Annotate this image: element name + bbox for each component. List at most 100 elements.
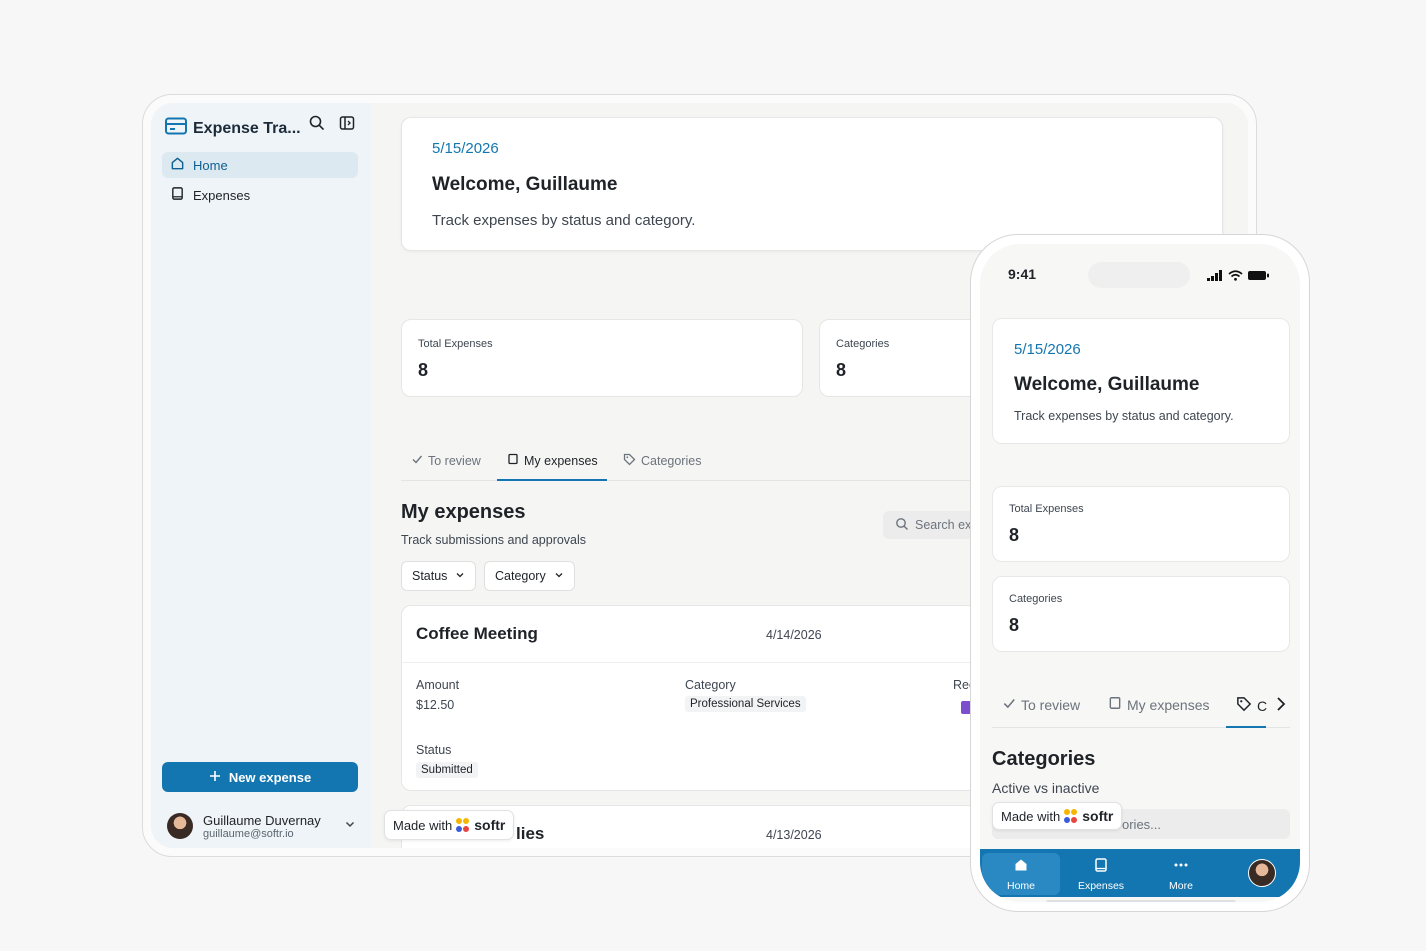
welcome-card: 5/15/2026 Welcome, Guillaume Track expen… (992, 318, 1290, 444)
sidebar-item-home[interactable]: Home (162, 152, 358, 178)
book-icon (1093, 857, 1109, 876)
expense-title: Coffee Meeting (416, 624, 538, 643)
section-title: Categories (992, 748, 1096, 770)
tag-icon (623, 453, 636, 469)
stat-value: 8 (1009, 615, 1020, 635)
wifi-icon (1228, 268, 1243, 286)
status-icons (1207, 268, 1270, 286)
user-info: Guillaume Duvernay guillaume@softr.io (203, 813, 321, 840)
book-icon (507, 453, 519, 468)
bottom-nav-label: More (1169, 879, 1193, 892)
status-time: 9:41 (1008, 266, 1037, 282)
sidebar-item-label: Expenses (193, 187, 251, 203)
stat-label: Total Expenses (1009, 503, 1084, 515)
tab-label: My expenses (524, 453, 598, 468)
stat-card-total-expenses: Total Expenses 8 (401, 319, 803, 397)
home-indicator (1046, 900, 1236, 902)
tab-categories[interactable]: Categories (623, 453, 701, 469)
avatar[interactable] (1248, 859, 1276, 887)
search-icon[interactable] (307, 113, 327, 133)
check-icon (1002, 696, 1016, 713)
chevron-down-icon (455, 569, 465, 583)
new-expense-button[interactable]: New expense (162, 762, 358, 792)
status-filter[interactable]: Status (401, 561, 477, 591)
status-chip: Submitted (416, 762, 478, 778)
bottom-nav-home[interactable]: Home (982, 853, 1060, 895)
stat-label: Categories (1009, 593, 1063, 605)
user-menu[interactable]: Guillaume Duvernay guillaume@softr.io (167, 809, 357, 843)
filter-label: Status (412, 569, 448, 583)
tab-label: To review (1021, 696, 1081, 713)
new-expense-label: New expense (228, 769, 312, 785)
home-icon (1013, 857, 1029, 876)
book-icon (170, 186, 185, 204)
bottom-nav: Home Expenses More (980, 849, 1300, 897)
badge-prefix: Made with (1001, 808, 1061, 824)
phone-screen: 9:41 5/15/2026 Welcome, Guillaume Track … (980, 244, 1300, 902)
sidebar-item-label: Home (193, 157, 228, 173)
search-placeholder: ories... (1122, 817, 1162, 832)
bottom-nav-label: Expenses (1077, 879, 1125, 892)
welcome-title: Welcome, Guillaume (432, 174, 618, 195)
book-icon (1108, 696, 1122, 713)
search-placeholder: Search exp (915, 518, 979, 532)
welcome-title: Welcome, Guillaume (1014, 374, 1200, 395)
welcome-date: 5/15/2026 (432, 140, 499, 157)
plus-icon (209, 770, 221, 785)
chevron-down-icon[interactable] (343, 817, 357, 836)
tab-my-expenses[interactable]: My expenses (1108, 696, 1209, 713)
chevron-right-icon[interactable] (1274, 696, 1288, 717)
tab-label: To review (428, 453, 481, 468)
tab-label: C (1257, 697, 1268, 714)
tab-to-review[interactable]: To review (1002, 696, 1080, 713)
bottom-nav-expenses[interactable]: Expenses (1062, 853, 1140, 895)
tab-categories[interactable]: C (1236, 696, 1267, 715)
user-email: guillaume@softr.io (203, 827, 294, 840)
stat-label: Total Expenses (418, 338, 493, 350)
stat-card-total-expenses: Total Expenses 8 (992, 486, 1290, 562)
tag-icon (1236, 696, 1252, 715)
welcome-date: 5/15/2026 (1014, 341, 1081, 358)
category-chip: Professional Services (685, 696, 806, 712)
stat-card-categories: Categories 8 (992, 576, 1290, 652)
battery-icon (1248, 268, 1270, 286)
stat-value: 8 (836, 360, 847, 380)
sidebar-item-expenses[interactable]: Expenses (162, 182, 358, 208)
tab-my-expenses[interactable]: My expenses (507, 453, 598, 468)
badge-prefix: Made with (393, 817, 453, 833)
amount-label: Amount (416, 678, 460, 692)
section-title: My expenses (401, 501, 526, 523)
expense-title: lies (516, 824, 545, 843)
more-icon (1173, 857, 1189, 876)
welcome-subtitle: Track expenses by status and category. (1014, 409, 1234, 423)
home-icon (170, 156, 185, 174)
made-with-softr-badge[interactable]: Made with softr (384, 810, 515, 840)
section-subtitle: Active vs inactive (992, 780, 1100, 796)
stat-label: Categories (836, 338, 890, 350)
active-tab-indicator (1226, 726, 1266, 728)
app-title: Expense Tra... (193, 119, 301, 137)
category-filter[interactable]: Category (484, 561, 575, 591)
stat-value: 8 (1009, 525, 1020, 545)
user-name: Guillaume Duvernay (203, 812, 321, 828)
phone-frame: 9:41 5/15/2026 Welcome, Guillaume Track … (970, 234, 1310, 912)
stat-value: 8 (418, 360, 429, 380)
sidebar: Expense Tra... Home Expenses New expense… (151, 103, 371, 848)
credit-card-icon (165, 117, 187, 140)
made-with-softr-badge[interactable]: Made with softr (992, 802, 1123, 830)
bottom-nav-label: Home (1006, 879, 1035, 892)
status-label: Status (416, 743, 452, 757)
softr-logo-icon (456, 818, 470, 832)
category-label: Category (685, 678, 736, 692)
amount-value: $12.50 (416, 698, 455, 712)
avatar (167, 813, 193, 839)
collapse-sidebar-icon[interactable] (337, 113, 357, 133)
brand[interactable]: Expense Tra... (165, 117, 301, 140)
welcome-subtitle: Track expenses by status and category. (432, 212, 696, 229)
tab-to-review[interactable]: To review (411, 453, 481, 468)
tab-bar: To review My expenses C (992, 686, 1290, 728)
chevron-down-icon (554, 569, 564, 583)
filter-label: Category (495, 569, 546, 583)
badge-brand: softr (1082, 808, 1114, 824)
bottom-nav-more[interactable]: More (1142, 853, 1220, 895)
